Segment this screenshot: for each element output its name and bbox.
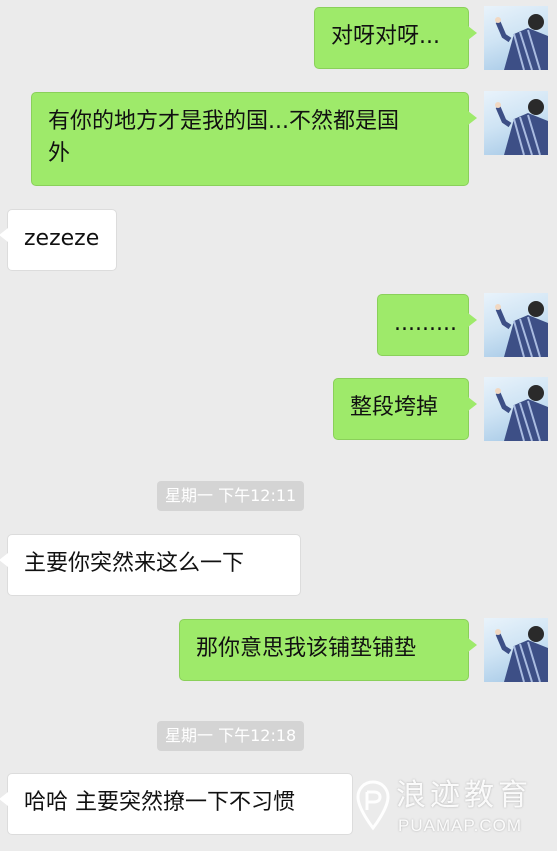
message-bubble-incoming[interactable]: 哈哈 主要突然撩一下不习惯 xyxy=(0,773,353,835)
avatar-image xyxy=(495,385,548,441)
avatar[interactable] xyxy=(484,6,548,70)
avatar[interactable] xyxy=(484,618,548,682)
message-bubble-outgoing[interactable]: 对呀对呀... xyxy=(314,7,477,69)
message-bubble-incoming[interactable]: 主要你突然来这么一下 xyxy=(0,534,301,596)
avatar[interactable] xyxy=(484,91,548,155)
timestamp: 星期一 下午12:11 xyxy=(157,481,305,511)
avatar[interactable] xyxy=(484,377,548,441)
message-bubble-outgoing[interactable]: 那你意思我该铺垫铺垫 xyxy=(179,619,477,681)
message-bubble-outgoing[interactable]: 有你的地方才是我的国...不然都是国 外 xyxy=(31,92,477,186)
message-bubble-outgoing[interactable]: 整段垮掉 xyxy=(333,378,477,440)
location-pin-icon xyxy=(356,780,390,831)
avatar-image xyxy=(495,626,548,682)
avatar[interactable] xyxy=(484,293,548,357)
avatar-image xyxy=(495,14,548,70)
avatar-image xyxy=(495,301,548,357)
timestamp: 星期一 下午12:18 xyxy=(157,721,305,751)
chat-area: 对呀对呀... 有你的地方才是我的国...不然都是国 外 zezeze ....… xyxy=(0,0,557,851)
message-bubble-incoming[interactable]: zezeze xyxy=(0,209,117,271)
watermark: 浪迹教育 PUAMAP.COM xyxy=(356,776,552,842)
watermark-chinese: 浪迹教育 xyxy=(396,778,532,813)
message-bubble-outgoing[interactable]: ......... xyxy=(377,294,477,356)
avatar-image xyxy=(495,99,548,155)
watermark-english: PUAMAP.COM xyxy=(398,816,522,835)
